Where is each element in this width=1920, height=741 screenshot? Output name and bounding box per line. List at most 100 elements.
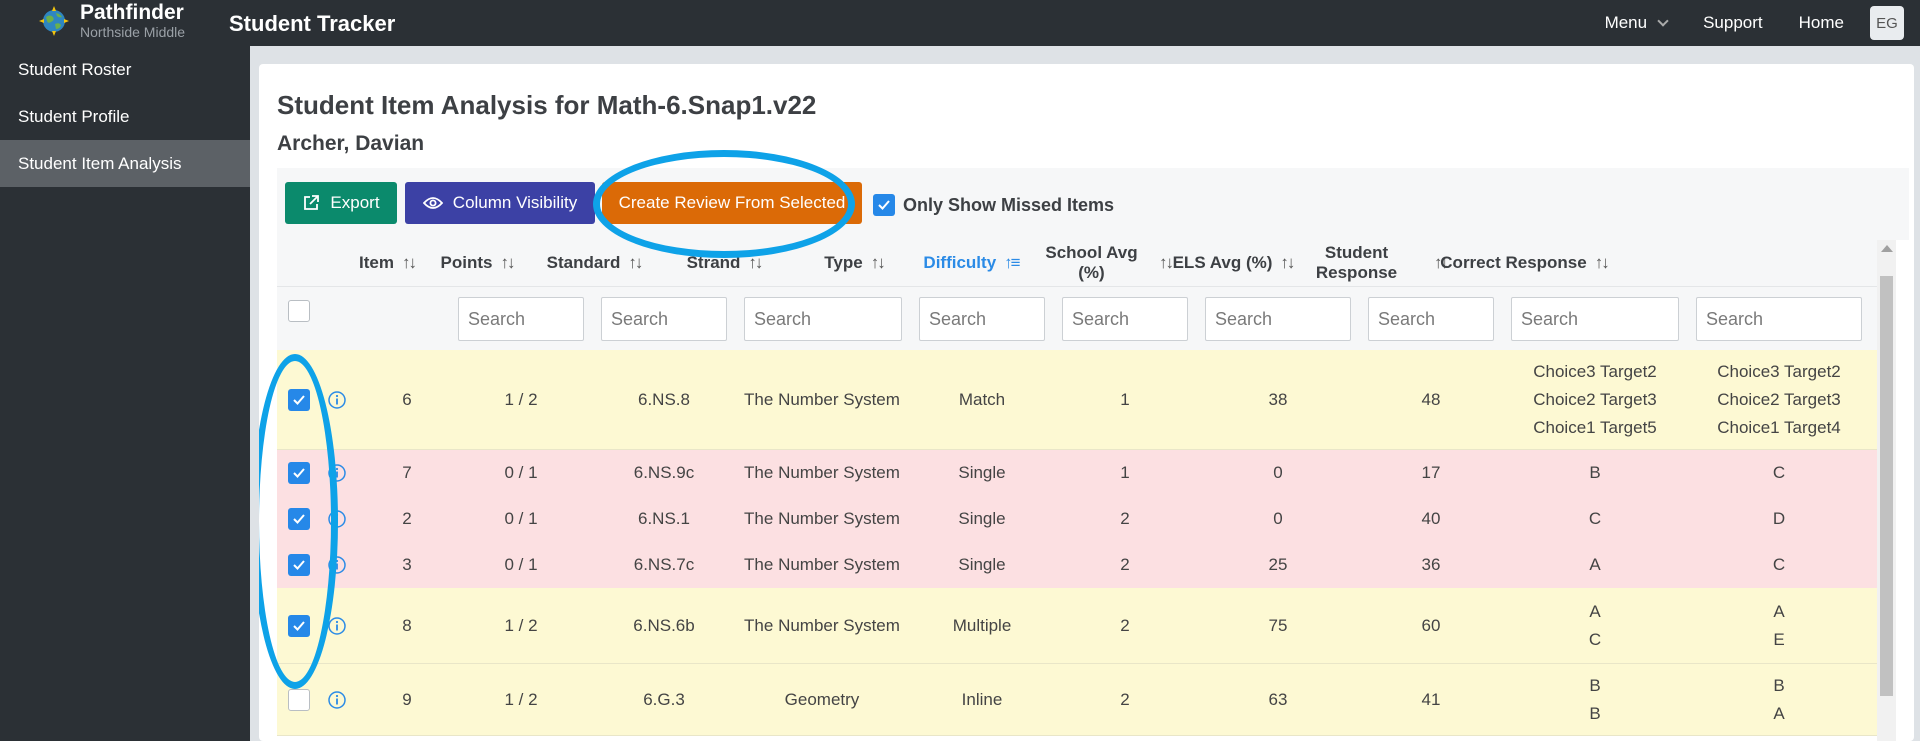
cell-student-response: BB xyxy=(1505,664,1685,735)
menu-dropdown[interactable]: Menu xyxy=(1604,13,1669,33)
info-icon[interactable] xyxy=(327,390,347,410)
cell-student-response: AC xyxy=(1505,588,1685,663)
header-strand-label: Strand xyxy=(686,253,741,272)
cell-school-avg: 63 xyxy=(1268,689,1288,709)
info-icon[interactable] xyxy=(327,509,347,529)
support-link[interactable]: Support xyxy=(1703,13,1763,33)
table-row[interactable]: 7 0 / 1 6.NS.9c The Number System Single 1 0 17… xyxy=(277,450,1889,496)
row-select-checkbox[interactable] xyxy=(288,388,310,411)
response-line: D xyxy=(1772,509,1786,528)
brand[interactable]: Pathfinder Northside Middle xyxy=(38,2,185,39)
response-line: B xyxy=(1589,675,1601,695)
info-icon[interactable] xyxy=(327,616,347,636)
row-select-checkbox[interactable] xyxy=(288,614,310,637)
check-icon xyxy=(878,200,890,210)
cell-correct-response: D xyxy=(1689,496,1869,542)
user-avatar[interactable]: EG xyxy=(1870,6,1904,40)
header-item-label: Item xyxy=(359,253,394,272)
export-button[interactable]: Export xyxy=(285,182,397,224)
check-icon xyxy=(293,394,305,405)
type-search-input[interactable] xyxy=(919,297,1045,341)
column-visibility-button[interactable]: Column Visibility xyxy=(405,182,595,224)
header-els-avg-label: ELS Avg (%) xyxy=(1172,253,1273,272)
cell-type: Single xyxy=(958,463,1006,482)
cell-points: 1 / 2 xyxy=(504,689,538,709)
sidebar-item-student-item-analysis[interactable]: Student Item Analysis xyxy=(0,140,250,187)
cell-type: Single xyxy=(958,509,1006,528)
item-info-cell xyxy=(325,350,349,449)
cell-els-avg: 40 xyxy=(1421,509,1441,528)
response-line: A xyxy=(1773,601,1785,621)
cell-difficulty: 2 xyxy=(1120,689,1130,709)
student-response-search-input[interactable] xyxy=(1511,297,1679,341)
header-school-avg[interactable]: School Avg (%) ↑↓ xyxy=(1032,240,1174,286)
cell-points: 0 / 1 xyxy=(504,509,538,528)
cell-standard: 6.NS.7c xyxy=(633,555,695,574)
info-icon[interactable] xyxy=(327,690,347,710)
row-select-cell xyxy=(287,450,311,496)
header-item[interactable]: Item ↑↓ xyxy=(347,240,427,286)
header-difficulty[interactable]: Difficulty ↑≡ xyxy=(919,240,1023,286)
header-standard[interactable]: Standard ↑↓ xyxy=(542,240,646,286)
sidebar-item-student-profile[interactable]: Student Profile xyxy=(0,93,250,140)
cell-type: Match xyxy=(958,389,1006,409)
response-line: Choice2 Target3 xyxy=(1717,389,1841,409)
standard-search-input[interactable] xyxy=(601,297,727,341)
cell-points: 1 / 2 xyxy=(504,615,538,635)
cell-student-response: C xyxy=(1505,496,1685,542)
table-row[interactable]: 2 0 / 1 6.NS.1 The Number System Single 2 0 40 C… xyxy=(277,496,1889,542)
header-student-response[interactable]: Student Response ↑↓ xyxy=(1287,240,1449,286)
table-row[interactable]: 8 1 / 2 6.NS.6b The Number System Multiple 2 7… xyxy=(277,588,1889,664)
info-icon[interactable] xyxy=(327,555,347,575)
cell-points: 0 / 1 xyxy=(504,555,538,574)
info-icon[interactable] xyxy=(327,463,347,483)
difficulty-search-input[interactable] xyxy=(1062,297,1188,341)
school-avg-search-input[interactable] xyxy=(1205,297,1351,341)
only-missed-checkbox[interactable] xyxy=(873,194,895,216)
header-correct-response-label: Correct Response xyxy=(1440,253,1587,272)
header-els-avg[interactable]: ELS Avg (%) ↑↓ xyxy=(1169,240,1297,286)
header-school-avg-label: School Avg (%) xyxy=(1045,243,1138,282)
table-row[interactable]: 91 / 2 6.G.3 Geometry Inline 2 63 41 B B B A xyxy=(277,664,1889,736)
header-strand[interactable]: Strand ↑↓ xyxy=(659,240,789,286)
row-select-checkbox[interactable] xyxy=(288,508,310,530)
row-select-checkbox[interactable] xyxy=(288,462,310,484)
cell-points: 0 / 1 xyxy=(504,463,538,482)
cell-standard: 6.NS.6b xyxy=(633,615,695,635)
row-select-checkbox[interactable] xyxy=(288,688,310,711)
only-missed-toggle[interactable]: Only Show Missed Items xyxy=(873,194,1114,216)
cell-els-avg: 36 xyxy=(1421,555,1441,574)
els-avg-search-input[interactable] xyxy=(1368,297,1494,341)
table-row[interactable]: 6 1 / 2 6.NS.8 The Number System Match 1 38 48 C… xyxy=(277,350,1889,450)
table-row[interactable]: 3 0 / 1 6.NS.7c The Number System Single 2 25 3… xyxy=(277,542,1889,588)
header-standard-label: Standard xyxy=(546,253,621,272)
header-correct-response[interactable]: Correct Response ↑↓ xyxy=(1439,240,1609,286)
table-body: 61 / 2 6.NS.8 The Number System Match 1 38 48 C… xyxy=(277,350,1889,736)
home-link[interactable]: Home xyxy=(1799,13,1844,33)
column-visibility-label: Column Visibility xyxy=(452,193,578,212)
sidebar-item-student-roster[interactable]: Student Roster xyxy=(0,46,250,93)
row-select-checkbox[interactable] xyxy=(288,554,310,576)
header-type[interactable]: Type ↑↓ xyxy=(802,240,906,286)
cell-type: Inline xyxy=(961,689,1003,709)
response-line: B xyxy=(1589,463,1601,482)
row-select-cell xyxy=(287,542,311,588)
only-missed-label: Only Show Missed Items xyxy=(903,194,1115,215)
export-icon xyxy=(304,195,320,210)
header-difficulty-label: Difficulty xyxy=(923,253,997,272)
row-select-cell xyxy=(287,496,311,542)
scrollbar-thumb[interactable] xyxy=(1880,276,1893,696)
response-line: Choice1 Target4 xyxy=(1717,417,1841,437)
cell-type: Single xyxy=(958,555,1006,574)
points-search-input[interactable] xyxy=(458,297,584,341)
header-points-label: Points xyxy=(440,253,493,272)
strand-search-input[interactable] xyxy=(744,297,902,341)
scroll-up-icon[interactable] xyxy=(1881,245,1893,252)
menu-label: Menu xyxy=(1604,13,1648,32)
cell-els-avg: 60 xyxy=(1421,615,1441,635)
header-points[interactable]: Points ↑↓ xyxy=(425,240,529,286)
select-all-checkbox[interactable] xyxy=(288,299,310,322)
correct-response-search-input[interactable] xyxy=(1696,297,1862,341)
header-student-response-label: Student Response xyxy=(1315,243,1398,282)
create-review-button[interactable]: Create Review From Selected xyxy=(602,182,862,224)
